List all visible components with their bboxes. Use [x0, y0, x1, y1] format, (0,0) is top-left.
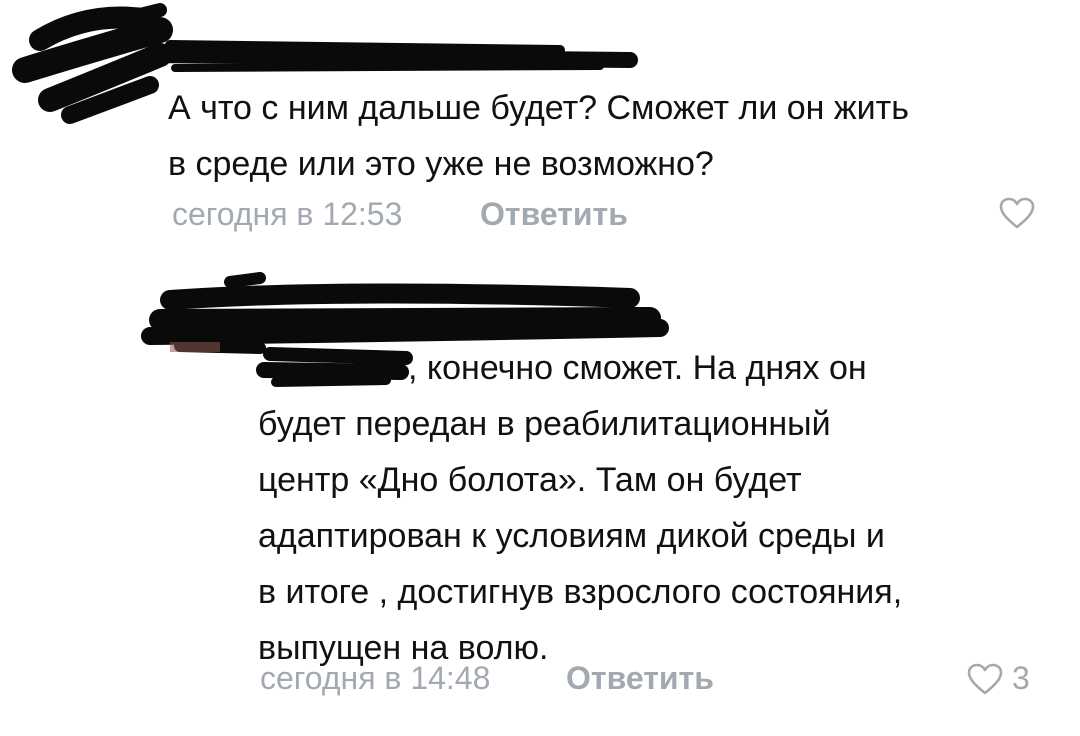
like-count: 3: [1012, 660, 1030, 696]
comment-text-line: будет передан в реабилитационный: [258, 405, 831, 443]
like-button[interactable]: 3: [966, 660, 1030, 697]
comment-1: А что с ним дальше будет? Сможет ли он ж…: [0, 0, 1080, 250]
comment-text-line: , конечно сможет. На днях он: [408, 349, 867, 387]
comment-text: , конечно сможет. На днях он будет перед…: [258, 340, 902, 676]
comment-text-line: в итоге , достигнув взрослого состояния,: [258, 573, 903, 611]
comment-timestamp: сегодня в 12:53: [172, 196, 403, 232]
like-button[interactable]: [998, 196, 1036, 230]
comment-text-line: в среде или это уже не возможно?: [168, 145, 714, 183]
comment-text-line: А что с ним дальше будет? Сможет ли он ж…: [168, 89, 909, 127]
comment-text-line: центр «Дно болота». Там он будет: [258, 461, 802, 499]
heart-outline-icon: [999, 197, 1035, 229]
comment-text: А что с ним дальше будет? Сможет ли он ж…: [168, 80, 909, 192]
comment-timestamp: сегодня в 14:48: [260, 660, 491, 696]
reply-button[interactable]: Ответить: [480, 196, 628, 233]
reply-button[interactable]: Ответить: [566, 660, 714, 697]
comment-text-line: адаптирован к условиям дикой среды и: [258, 517, 885, 555]
comment-2: , конечно сможет. На днях он будет перед…: [0, 262, 1080, 736]
heart-outline-icon: [967, 663, 1003, 694]
